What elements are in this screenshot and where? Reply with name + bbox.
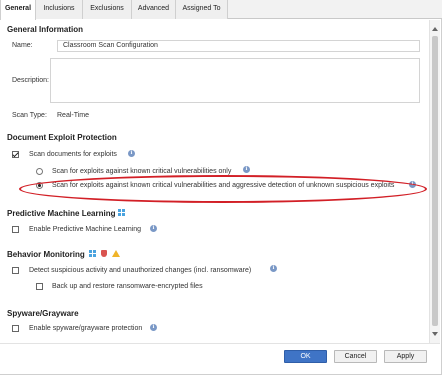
scroll-up-icon[interactable]	[432, 27, 438, 31]
tab-assigned-to[interactable]: Assigned To	[176, 0, 228, 19]
scroll-down-icon[interactable]	[432, 332, 438, 336]
scroll-thumb[interactable]	[432, 36, 438, 326]
spyware-checkbox[interactable]	[12, 325, 19, 332]
radio-critical-only[interactable]	[36, 168, 43, 175]
tab-exclusions[interactable]: Exclusions	[83, 0, 132, 19]
info-icon[interactable]: i	[243, 166, 250, 173]
settings-panel: General Information Name: Classroom Scan…	[0, 20, 429, 342]
spyware-label: Enable spyware/grayware protection	[29, 325, 143, 332]
name-label: Name:	[12, 42, 33, 49]
ok-button[interactable]: OK	[284, 350, 327, 363]
predictive-ml-heading: Predictive Machine Learning	[7, 209, 116, 218]
info-icon[interactable]: i	[270, 265, 277, 272]
tab-inclusions[interactable]: Inclusions	[36, 0, 83, 19]
windows-icon	[89, 250, 96, 257]
info-icon[interactable]: i	[150, 225, 157, 232]
name-field[interactable]: Classroom Scan Configuration	[57, 40, 420, 52]
scan-configuration-dialog: General Inclusions Exclusions Advanced A…	[0, 0, 442, 375]
scan-documents-label: Scan documents for exploits	[29, 151, 117, 158]
backup-restore-label: Back up and restore ransomware-encrypted…	[52, 283, 203, 290]
info-icon[interactable]: i	[150, 324, 157, 331]
detect-suspicious-label: Detect suspicious activity and unauthori…	[29, 267, 252, 274]
backup-restore-checkbox[interactable]	[36, 283, 43, 290]
document-exploit-heading: Document Exploit Protection	[7, 133, 117, 142]
windows-icon	[118, 209, 125, 216]
highlight-annotation	[19, 175, 427, 203]
tab-bar: General Inclusions Exclusions Advanced A…	[0, 0, 442, 20]
info-icon[interactable]: i	[128, 150, 135, 157]
general-information-heading: General Information	[7, 25, 84, 34]
vertical-scrollbar[interactable]	[429, 20, 440, 344]
description-field[interactable]	[50, 58, 420, 103]
description-label: Description:	[12, 77, 49, 84]
behavior-monitoring-heading: Behavior Monitoring	[7, 250, 85, 259]
scan-type-label: Scan Type:	[12, 112, 47, 119]
tab-general[interactable]: General	[0, 0, 36, 20]
detect-suspicious-checkbox[interactable]	[12, 267, 19, 274]
apply-button[interactable]: Apply	[384, 350, 427, 363]
scan-documents-checkbox[interactable]	[12, 151, 19, 158]
warning-icon	[112, 250, 120, 257]
shield-icon	[101, 250, 107, 257]
critical-only-label: Scan for exploits against known critical…	[52, 168, 232, 175]
cancel-button[interactable]: Cancel	[334, 350, 377, 363]
spyware-heading: Spyware/Grayware	[7, 309, 79, 318]
scan-type-value: Real-Time	[57, 112, 90, 119]
predictive-ml-label: Enable Predictive Machine Learning	[29, 226, 142, 233]
predictive-ml-checkbox[interactable]	[12, 226, 19, 233]
tab-advanced[interactable]: Advanced	[132, 0, 176, 19]
dialog-footer: OK Cancel Apply	[0, 343, 440, 374]
